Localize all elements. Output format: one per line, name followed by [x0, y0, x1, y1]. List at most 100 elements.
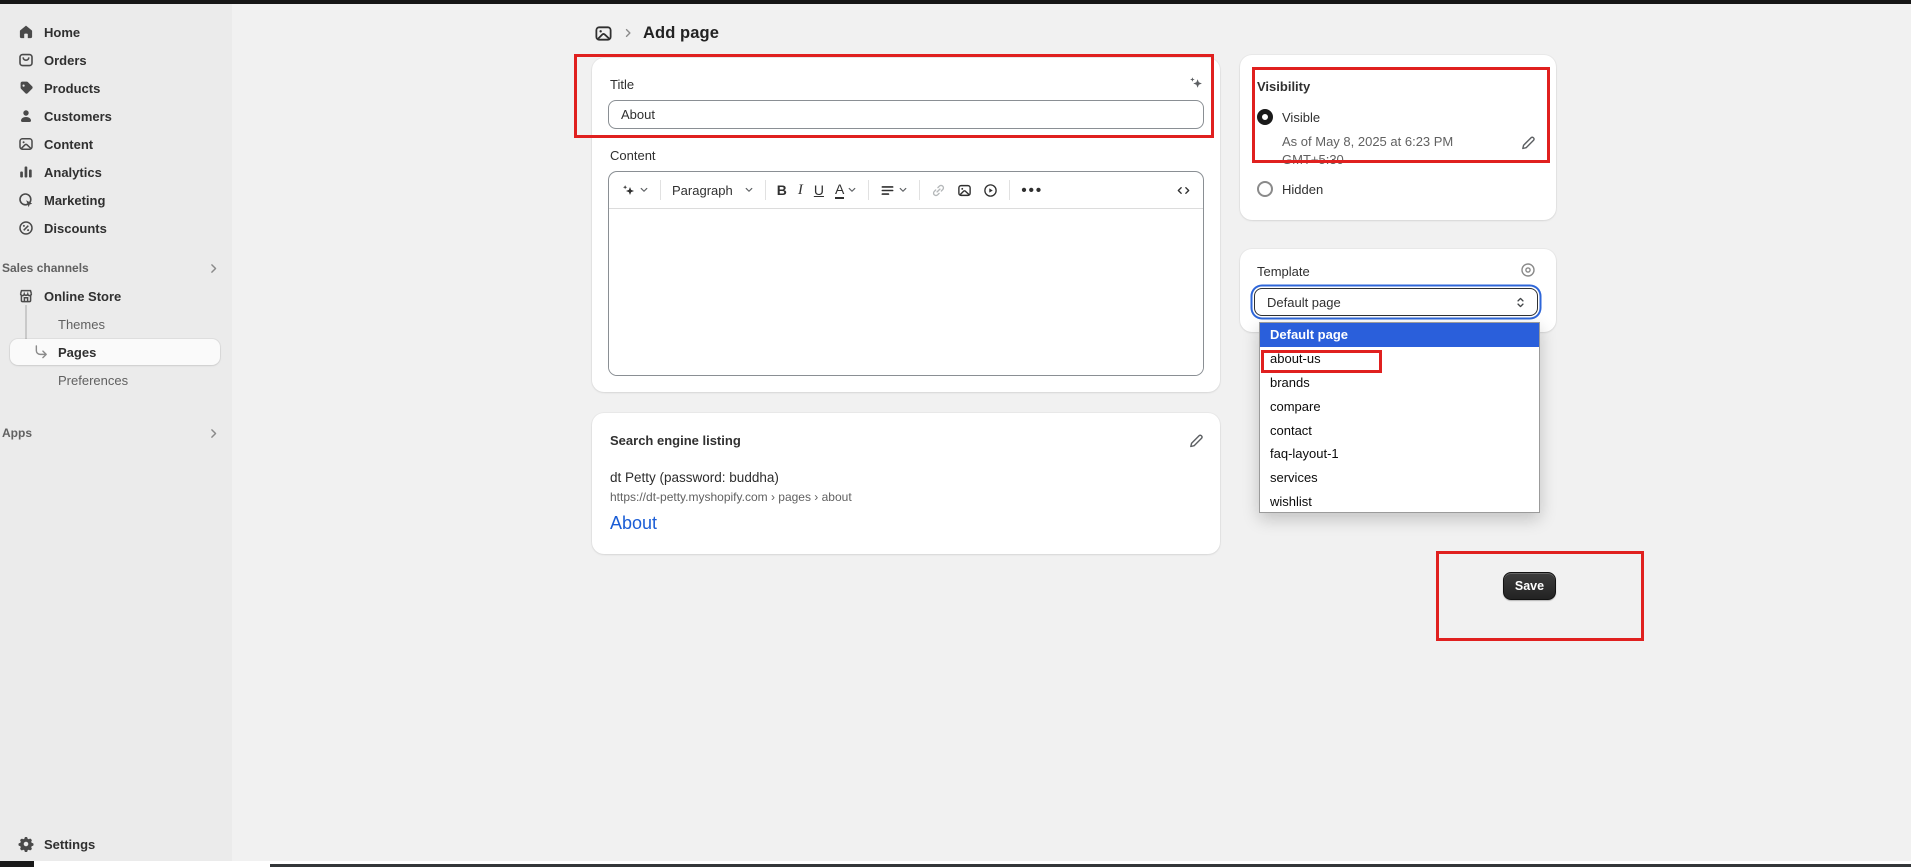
editor-text-area[interactable] [609, 209, 1203, 376]
template-card: Template Default page [1240, 249, 1556, 332]
paragraph-style-dropdown[interactable]: Paragraph [672, 183, 754, 198]
insert-video-button[interactable] [983, 183, 998, 198]
browser-top-bar [0, 0, 1911, 4]
sidebar-item-label: Home [44, 25, 80, 40]
hidden-radio[interactable] [1257, 181, 1273, 197]
shopify-admin-add-page: Home Orders Products Customers Content A… [0, 0, 1911, 867]
sidebar-item-orders[interactable]: Orders [8, 47, 222, 73]
underline-button[interactable]: U [814, 182, 824, 198]
image-icon [957, 183, 972, 198]
sidebar-item-label: Discounts [44, 221, 107, 236]
hidden-radio-label[interactable]: Hidden [1282, 182, 1323, 197]
visible-date-line2: GMT+5:30 [1282, 151, 1344, 169]
template-preview-eye-icon[interactable] [1520, 262, 1536, 278]
toolbar-divider [765, 180, 766, 200]
sidebar-item-label: Online Store [44, 289, 121, 304]
insert-link-button [931, 183, 946, 198]
sidebar-item-label: Orders [44, 53, 87, 68]
sidebar-item-label: Analytics [44, 165, 102, 180]
toolbar-divider [1009, 180, 1010, 200]
sub-item-label: Themes [58, 317, 105, 332]
save-button[interactable]: Save [1503, 572, 1556, 600]
template-select[interactable]: Default page [1254, 288, 1538, 316]
sidebar-item-label: Settings [44, 837, 95, 852]
breadcrumb-chevron-icon [622, 27, 634, 39]
text-color-button[interactable]: A [835, 182, 857, 199]
analytics-bars-icon [18, 164, 34, 180]
sidebar-item-themes[interactable]: Themes [10, 311, 220, 337]
sidebar-item-pages[interactable]: Pages [10, 339, 220, 365]
seo-site-name: dt Petty (password: buddha) [610, 470, 779, 485]
pages-breadcrumb-icon[interactable] [594, 24, 613, 43]
template-heading: Template [1257, 264, 1310, 279]
sidebar-item-content[interactable]: Content [8, 131, 222, 157]
apps-chevron-right-icon[interactable] [207, 427, 220, 440]
alignment-button[interactable] [880, 183, 908, 198]
sidebar-item-label: Content [44, 137, 93, 152]
title-field-label: Title [610, 77, 634, 92]
seo-edit-pencil-icon[interactable] [1188, 433, 1204, 449]
scrollbar-thumb[interactable] [0, 861, 34, 867]
toolbar-divider [660, 180, 661, 200]
dropdown-option-compare[interactable]: compare [1260, 394, 1539, 418]
dropdown-option-about-us[interactable]: about-us [1260, 347, 1539, 371]
dropdown-option-wishlist[interactable]: wishlist [1260, 490, 1539, 514]
show-html-button[interactable] [1176, 183, 1191, 198]
visible-radio[interactable] [1257, 109, 1273, 125]
title-input[interactable] [608, 100, 1204, 129]
insert-image-button[interactable] [957, 183, 972, 198]
dropdown-option-default-page[interactable]: Default page [1260, 323, 1539, 347]
chevron-down-icon [898, 185, 908, 195]
paragraph-style-label: Paragraph [672, 183, 733, 198]
sidebar-item-analytics[interactable]: Analytics [8, 159, 222, 185]
ai-sparkle-icon[interactable] [1188, 75, 1204, 91]
content-media-icon [18, 136, 34, 152]
chevron-down-icon [744, 185, 754, 195]
sidebar-item-label: Products [44, 81, 100, 96]
marketing-target-icon [18, 192, 34, 208]
align-lines-icon [880, 183, 895, 198]
dropdown-option-contact[interactable]: contact [1260, 418, 1539, 442]
dropdown-option-faq-layout-1[interactable]: faq-layout-1 [1260, 442, 1539, 466]
toolbar-divider [868, 180, 869, 200]
visibility-edit-pencil-icon[interactable] [1520, 135, 1536, 151]
horizontal-scrollbar[interactable] [0, 861, 1911, 867]
code-icon [1176, 183, 1191, 198]
select-updown-icon [1514, 296, 1527, 309]
bold-button[interactable]: B [777, 182, 787, 198]
sidebar-item-discounts[interactable]: Discounts [8, 215, 222, 241]
products-tag-icon [18, 80, 34, 96]
home-icon [18, 24, 34, 40]
sales-channels-chevron-right-icon[interactable] [207, 262, 220, 275]
sparkle-icon [621, 183, 636, 198]
sidebar-item-products[interactable]: Products [8, 75, 222, 101]
more-options-button[interactable]: ••• [1021, 182, 1043, 199]
sub-item-label: Preferences [58, 373, 128, 388]
toolbar-divider [919, 180, 920, 200]
link-icon [931, 183, 946, 198]
orders-icon [18, 52, 34, 68]
settings-gear-icon [18, 836, 34, 852]
italic-button[interactable]: I [798, 182, 803, 199]
seo-url: https://dt-petty.myshopify.com › pages ›… [610, 490, 852, 504]
dropdown-option-brands[interactable]: brands [1260, 371, 1539, 395]
seo-heading: Search engine listing [610, 433, 741, 448]
sidebar-item-home[interactable]: Home [8, 19, 222, 45]
visible-radio-label[interactable]: Visible [1282, 110, 1320, 125]
seo-page-title-link[interactable]: About [610, 513, 657, 534]
sidebar-item-preferences[interactable]: Preferences [10, 367, 220, 393]
visibility-card: Visibility Visible As of May 8, 2025 at … [1240, 55, 1556, 220]
sidebar-item-marketing[interactable]: Marketing [8, 187, 222, 213]
discounts-badge-icon [18, 220, 34, 236]
page-details-card: Title Content Paragraph B I U A ••• [592, 58, 1220, 392]
sidebar-item-customers[interactable]: Customers [8, 103, 222, 129]
ai-assist-button[interactable] [621, 183, 649, 198]
search-engine-listing-card: Search engine listing dt Petty (password… [592, 413, 1220, 554]
sidebar-item-settings[interactable]: Settings [8, 831, 222, 857]
sidebar-item-online-store[interactable]: Online Store [8, 283, 222, 309]
breadcrumb: Add page [594, 20, 719, 46]
page-title: Add page [643, 24, 719, 43]
chevron-down-icon [847, 185, 857, 195]
dropdown-option-services[interactable]: services [1260, 466, 1539, 490]
customers-person-icon [18, 108, 34, 124]
